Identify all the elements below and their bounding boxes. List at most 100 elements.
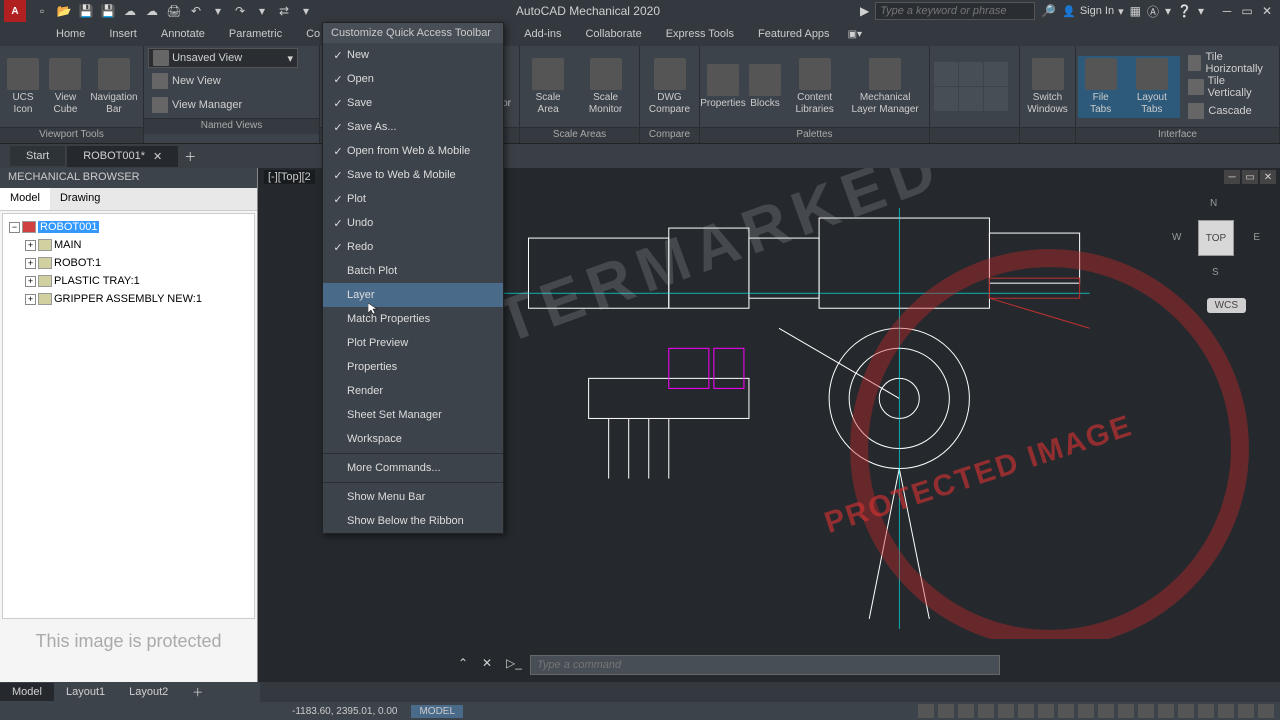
expand-icon[interactable]: + — [25, 276, 36, 287]
undo-icon[interactable]: ↶ — [186, 2, 206, 20]
view-cube[interactable]: N S W E TOP — [1176, 198, 1256, 278]
menu-item[interactable]: ✓New — [323, 43, 503, 67]
status-model-space[interactable]: MODEL — [411, 705, 463, 718]
menu-item[interactable]: ✓Plot — [323, 187, 503, 211]
menu-item[interactable]: Match Properties — [323, 307, 503, 331]
palette-btn[interactable] — [959, 62, 983, 86]
cmd-close-icon[interactable]: ✕ — [482, 656, 500, 674]
browser-tab-drawing[interactable]: Drawing — [50, 188, 110, 210]
status-icon[interactable] — [1058, 704, 1074, 718]
tree-node[interactable]: +GRIPPER ASSEMBLY NEW:1 — [7, 290, 250, 308]
menu-show-below[interactable]: Show Below the Ribbon — [323, 509, 503, 533]
cube-face-top[interactable]: TOP — [1198, 220, 1234, 256]
tab-addins[interactable]: Add-ins — [512, 24, 573, 44]
signin-button[interactable]: 👤 Sign In ▾ — [1062, 5, 1123, 18]
expand-icon[interactable]: + — [25, 258, 36, 269]
new-icon[interactable]: ▫ — [32, 2, 52, 20]
wcs-badge[interactable]: WCS — [1207, 298, 1246, 313]
palette-btn[interactable] — [934, 62, 958, 86]
tab-annotate[interactable]: Annotate — [149, 24, 217, 44]
redo-icon[interactable]: ↷ — [230, 2, 250, 20]
scale-monitor-button[interactable]: Scale Monitor — [574, 56, 637, 118]
new-tab-button[interactable]: ＋ — [180, 146, 200, 166]
menu-item[interactable]: ✓Save to Web & Mobile — [323, 163, 503, 187]
layout-tab-add[interactable]: ＋ — [180, 681, 215, 703]
status-icon[interactable] — [958, 704, 974, 718]
layout-tab-2[interactable]: Layout2 — [117, 683, 180, 701]
status-icon[interactable] — [998, 704, 1014, 718]
save-web-icon[interactable]: ☁ — [142, 2, 162, 20]
menu-item[interactable]: ✓Open from Web & Mobile — [323, 139, 503, 163]
content-lib-button[interactable]: Content Libraries — [786, 56, 843, 118]
ucs-icon-button[interactable]: UCS Icon — [2, 56, 44, 118]
tile-h-button[interactable]: Tile Horizontally — [1184, 52, 1273, 74]
navbar-button[interactable]: Navigation Bar — [87, 56, 141, 118]
menu-item[interactable]: ✓Redo — [323, 235, 503, 259]
new-view-button[interactable]: New View — [148, 70, 315, 92]
status-icon[interactable] — [1198, 704, 1214, 718]
status-icon[interactable] — [1118, 704, 1134, 718]
cmd-history-icon[interactable]: ⌃ — [458, 656, 476, 674]
palette-btn[interactable] — [934, 87, 958, 111]
status-icon[interactable] — [938, 704, 954, 718]
browser-tab-model[interactable]: Model — [0, 188, 50, 210]
share-icon[interactable]: ⇄ — [274, 2, 294, 20]
status-icon[interactable] — [1038, 704, 1054, 718]
menu-item[interactable]: Layer — [323, 283, 503, 307]
cmd-prompt-icon[interactable]: ▷_ — [506, 656, 524, 674]
infocenter-icon[interactable]: 🔎 — [1041, 4, 1056, 18]
status-icon[interactable] — [1078, 704, 1094, 718]
menu-item[interactable]: Render — [323, 379, 503, 403]
view-manager-button[interactable]: View Manager — [148, 94, 315, 116]
tab-featured[interactable]: Featured Apps — [746, 24, 842, 44]
menu-item[interactable]: ✓Save — [323, 91, 503, 115]
tab-expand-icon[interactable]: ▣▾ — [842, 25, 868, 44]
chevron-down-icon[interactable]: ▾ — [1198, 4, 1204, 18]
tab-insert[interactable]: Insert — [97, 24, 149, 44]
collapse-icon[interactable]: − — [9, 222, 20, 233]
dir-s[interactable]: S — [1212, 267, 1219, 278]
layout-tab-1[interactable]: Layout1 — [54, 683, 117, 701]
open-web-icon[interactable]: ☁ — [120, 2, 140, 20]
tab-parametric[interactable]: Parametric — [217, 24, 294, 44]
dir-e[interactable]: E — [1253, 232, 1260, 243]
menu-item[interactable]: Sheet Set Manager — [323, 403, 503, 427]
chevron-down-icon[interactable]: ▾ — [1165, 4, 1171, 18]
layer-mgr-button[interactable]: Mechanical Layer Manager — [843, 56, 927, 118]
app-icon[interactable]: A — [4, 0, 26, 22]
palette-btn[interactable] — [959, 87, 983, 111]
palette-btn[interactable] — [984, 62, 1008, 86]
minimize-icon[interactable]: ─ — [1224, 170, 1240, 184]
status-icon[interactable] — [1238, 704, 1254, 718]
autodesk-app-icon[interactable]: ▦ — [1130, 4, 1141, 18]
palette-btn[interactable] — [984, 87, 1008, 111]
dwg-compare-button[interactable]: DWG Compare — [642, 56, 697, 118]
tree-root[interactable]: − ROBOT001 — [7, 218, 250, 236]
tile-v-button[interactable]: Tile Vertically — [1184, 76, 1273, 98]
tree-node[interactable]: +ROBOT:1 — [7, 254, 250, 272]
tree-node[interactable]: +PLASTIC TRAY:1 — [7, 272, 250, 290]
undo-drop-icon[interactable]: ▾ — [208, 2, 228, 20]
status-icon[interactable] — [1138, 704, 1154, 718]
layout-tabs-button[interactable]: Layout Tabs — [1123, 56, 1180, 118]
menu-item[interactable]: ✓Save As... — [323, 115, 503, 139]
dir-n[interactable]: N — [1210, 198, 1217, 209]
status-icon[interactable] — [978, 704, 994, 718]
expand-icon[interactable]: + — [25, 294, 36, 305]
menu-item[interactable]: ✓Undo — [323, 211, 503, 235]
menu-item[interactable]: ✓Open — [323, 67, 503, 91]
search-trigger-icon[interactable]: ▶ — [860, 4, 869, 18]
saveas-icon[interactable]: 💾 — [98, 2, 118, 20]
menu-item[interactable]: Workspace — [323, 427, 503, 451]
minimize-button[interactable]: ─ — [1218, 3, 1236, 19]
viewport-label[interactable]: [-][Top][2 — [264, 170, 315, 184]
open-icon[interactable]: 📂 — [54, 2, 74, 20]
file-tabs-button[interactable]: File Tabs — [1078, 56, 1123, 118]
dir-w[interactable]: W — [1172, 232, 1181, 243]
menu-item[interactable]: Properties — [323, 355, 503, 379]
search-input[interactable] — [875, 2, 1035, 20]
group-label[interactable]: Scale Areas — [520, 127, 639, 143]
tab-collaborate[interactable]: Collaborate — [573, 24, 653, 44]
restore-icon[interactable]: ▭ — [1242, 170, 1258, 184]
status-icon[interactable] — [1218, 704, 1234, 718]
